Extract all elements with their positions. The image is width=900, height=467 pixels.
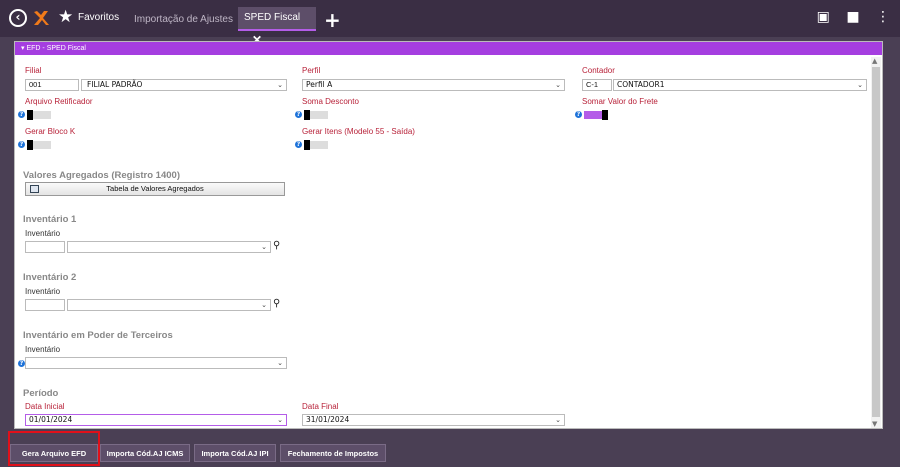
scroll-thumb[interactable] — [872, 67, 880, 417]
star-icon: ★ — [58, 7, 74, 26]
search-icon[interactable]: ⚲ — [273, 240, 280, 251]
chevron-down-icon: ⌄ — [277, 359, 283, 367]
vertical-scrollbar[interactable]: ▲ ▼ — [871, 57, 881, 428]
data-inicial-select[interactable]: 01/01/2024 ⌄ — [25, 414, 287, 426]
fechamento-impostos-button[interactable]: Fechamento de Impostos — [280, 444, 386, 462]
toggle-knob — [602, 110, 608, 120]
filial-code-input[interactable]: 001 — [25, 79, 79, 91]
tab-importacao-label: Importação de Ajustes — [134, 14, 233, 25]
chevron-down-icon: ⌄ — [261, 243, 267, 251]
top-icons: ▣ ■ ⋮ — [805, 9, 890, 25]
contador-code-input[interactable]: C-1 — [582, 79, 612, 91]
tab-sped-label: SPED Fiscal — [244, 12, 301, 23]
more-menu-icon[interactable]: ⋮ — [876, 9, 890, 25]
inventario1-title: Inventário 1 — [23, 214, 77, 225]
contador-name: CONTADOR1 — [617, 80, 665, 89]
data-final-value: 31/01/2024 — [306, 415, 350, 424]
filial-name: FILIAL PADRÃO — [87, 80, 143, 89]
info-icon[interactable]: ? — [18, 141, 25, 148]
periodo-title: Período — [23, 388, 59, 399]
inventario3-title: Inventário em Poder de Terceiros — [23, 330, 173, 341]
gerar-itens-toggle[interactable] — [304, 140, 328, 150]
data-inicial-label: Data Inicial — [25, 402, 65, 411]
importa-cod-aj-icms-button[interactable]: Importa Cód.AJ ICMS — [100, 444, 190, 462]
importa-cod-aj-ipi-button[interactable]: Importa Cód.AJ IPI — [194, 444, 276, 462]
scroll-down-icon[interactable]: ▼ — [872, 420, 877, 428]
sped-fiscal-panel: ▾ EFD - SPED Fiscal ▲ ▼ Filial 001 FILIA… — [14, 41, 883, 429]
inventario1-code-input[interactable] — [25, 241, 65, 253]
arquivo-retificador-toggle[interactable] — [27, 110, 51, 120]
chevron-down-icon: ⌄ — [555, 81, 561, 89]
perfil-label: Perfil — [302, 66, 321, 75]
gerar-bloco-k-label: Gerar Bloco K — [25, 127, 76, 136]
inventario3-select[interactable]: ⌄ — [25, 357, 287, 369]
data-final-select[interactable]: 31/01/2024 ⌄ — [302, 414, 565, 426]
filial-label: Filial — [25, 66, 42, 75]
chevron-down-icon: ⌄ — [277, 416, 283, 424]
info-icon[interactable]: ? — [18, 111, 25, 118]
inventario2-field-label: Inventário — [25, 287, 61, 296]
gerar-bloco-k-toggle[interactable] — [27, 140, 51, 150]
arquivo-retificador-label: Arquivo Retificador — [25, 97, 93, 106]
tabela-button-label: Tabela de Valores Agregados — [106, 184, 204, 193]
perfil-select[interactable]: Perfil A ⌄ — [302, 79, 565, 91]
soma-desconto-label: Soma Desconto — [302, 97, 359, 106]
chevron-down-icon: ⌄ — [277, 81, 283, 89]
panel-header[interactable]: ▾ EFD - SPED Fiscal — [15, 42, 882, 55]
top-bar: ‹ ★ Favoritos Importação de Ajustes ✕ SP… — [0, 0, 900, 47]
toggle-knob — [27, 140, 33, 150]
panel-title: EFD - SPED Fiscal — [26, 45, 86, 52]
info-icon[interactable]: ? — [575, 111, 582, 118]
toggle-knob — [304, 110, 310, 120]
filial-select[interactable]: FILIAL PADRÃO ⌄ — [81, 79, 287, 91]
inventario1-select[interactable]: ⌄ — [67, 241, 271, 253]
inventario2-code-input[interactable] — [25, 299, 65, 311]
chevron-down-icon: ⌄ — [555, 416, 561, 424]
app-logo-icon[interactable] — [33, 9, 49, 27]
search-icon[interactable]: ⚲ — [273, 298, 280, 309]
info-icon[interactable]: ? — [295, 111, 302, 118]
data-final-label: Data Final — [302, 402, 339, 411]
tabela-valores-agregados-button[interactable]: Tabela de Valores Agregados — [25, 182, 285, 196]
tab-favoritos-label: Favoritos — [78, 12, 120, 23]
table-icon — [30, 185, 39, 193]
info-icon[interactable]: ? — [295, 141, 302, 148]
data-inicial-value: 01/01/2024 — [29, 415, 73, 424]
gerar-itens-label: Gerar Itens (Modelo 55 - Saída) — [302, 127, 415, 136]
tab-favoritos[interactable]: ★ Favoritos — [56, 7, 125, 31]
add-tab-icon[interactable]: + — [324, 8, 341, 32]
somar-frete-toggle[interactable] — [584, 110, 608, 120]
back-icon[interactable]: ‹ — [9, 9, 27, 27]
highlight-box — [8, 431, 100, 466]
scroll-up-icon[interactable]: ▲ — [872, 57, 877, 65]
info-icon[interactable]: ? — [18, 360, 25, 367]
contador-label: Contador — [582, 66, 615, 75]
chevron-down-icon: ⌄ — [857, 81, 863, 89]
toggle-knob — [27, 110, 33, 120]
somar-frete-label: Somar Valor do Frete — [582, 97, 658, 106]
inventario1-field-label: Inventário — [25, 229, 61, 238]
inventario2-title: Inventário 2 — [23, 272, 77, 283]
soma-desconto-toggle[interactable] — [304, 110, 328, 120]
inventario2-select[interactable]: ⌄ — [67, 299, 271, 311]
chevron-down-icon: ⌄ — [261, 301, 267, 309]
toggle-knob — [304, 140, 310, 150]
inventario3-field-label: Inventário — [25, 345, 61, 354]
chat-icon[interactable]: ■ — [846, 9, 859, 25]
tab-sped-fiscal[interactable]: SPED Fiscal ✕ — [238, 7, 316, 47]
perfil-value: Perfil A — [306, 80, 333, 89]
valores-agregados-title: Valores Agregados (Registro 1400) — [23, 170, 180, 181]
contador-select[interactable]: CONTADOR1 ⌄ — [613, 79, 867, 91]
clipboard-icon[interactable]: ▣ — [817, 9, 830, 25]
